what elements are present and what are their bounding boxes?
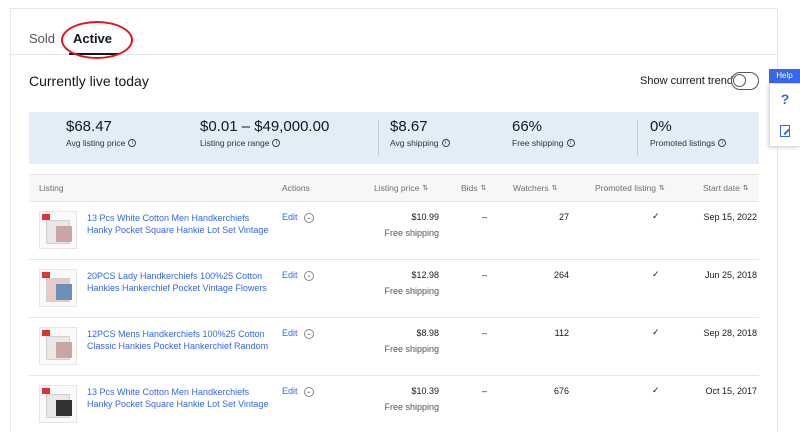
column-label: Promoted listing bbox=[595, 183, 656, 193]
sort-icon: ⇅ bbox=[551, 184, 558, 192]
edit-link[interactable]: Edit bbox=[282, 328, 298, 338]
tab-sold[interactable]: Sold bbox=[29, 31, 55, 46]
stat-label: Avg shipping bbox=[390, 138, 439, 148]
question-icon[interactable]: ? bbox=[770, 91, 800, 107]
tab-active[interactable]: Active bbox=[73, 31, 112, 46]
table-row: 12PCS Mens Handkerchiefs 100%25 Cotton C… bbox=[29, 318, 759, 376]
stat-free-shipping: 66% Free shipping i bbox=[512, 118, 575, 148]
listing-title-link[interactable]: 13 Pcs White Cotton Men Handkerchiefs Ha… bbox=[87, 212, 272, 236]
trends-toggle-label: Show current trends bbox=[640, 75, 739, 87]
stat-label: Avg listing price bbox=[66, 138, 126, 148]
start-date: Sep 28, 2018 bbox=[703, 328, 757, 338]
shipping-info: Free shipping bbox=[384, 286, 439, 296]
edit-icon[interactable] bbox=[780, 125, 790, 137]
sort-icon: ⇅ bbox=[742, 184, 749, 192]
stat-listing-price-range: $0.01 – $49,000.00 Listing price range i bbox=[200, 118, 329, 148]
listing-thumbnail[interactable] bbox=[39, 385, 77, 423]
chevron-down-icon[interactable]: ⌄ bbox=[304, 387, 314, 397]
help-sidebar: ? bbox=[769, 83, 800, 147]
stat-label: Free shipping bbox=[512, 138, 564, 148]
shipping-info: Free shipping bbox=[384, 228, 439, 238]
stat-avg-listing-price: $68.47 Avg listing price i bbox=[66, 118, 137, 148]
info-icon[interactable]: i bbox=[566, 139, 575, 147]
edit-link[interactable]: Edit bbox=[282, 270, 298, 280]
stats-summary: $68.47 Avg listing price i $0.01 – $49,00… bbox=[29, 112, 759, 164]
listing-thumbnail[interactable] bbox=[39, 211, 77, 249]
watchers-count: 264 bbox=[553, 270, 569, 280]
sort-icon: ⇅ bbox=[658, 184, 665, 192]
watchers-count: 112 bbox=[554, 328, 569, 338]
chevron-down-icon[interactable]: ⌄ bbox=[304, 329, 314, 339]
bids-count: – bbox=[482, 212, 488, 222]
column-label: Watchers bbox=[513, 183, 549, 193]
divider bbox=[637, 120, 638, 156]
section-title: Currently live today bbox=[29, 73, 149, 89]
bids-count: – bbox=[482, 386, 488, 396]
stat-value: 66% bbox=[512, 118, 543, 135]
listings-table: Listing Actions Listing price ⇅ Bids ⇅ Wat… bbox=[29, 174, 759, 432]
edit-link[interactable]: Edit bbox=[282, 212, 298, 222]
shipping-info: Free shipping bbox=[384, 344, 439, 354]
column-bids[interactable]: Bids ⇅ bbox=[461, 183, 486, 193]
trends-toggle[interactable] bbox=[731, 72, 759, 90]
listing-title-link[interactable]: 12PCS Mens Handkerchiefs 100%25 Cotton C… bbox=[87, 328, 272, 352]
column-label: Bids bbox=[461, 183, 478, 193]
stat-label: Promoted listings bbox=[650, 138, 716, 148]
column-listing-price[interactable]: Listing price ⇅ bbox=[374, 183, 428, 193]
check-icon: ✓ bbox=[652, 385, 660, 395]
listing-thumbnail[interactable] bbox=[39, 327, 77, 365]
table-header: Listing Actions Listing price ⇅ Bids ⇅ Wat… bbox=[29, 174, 759, 202]
table-row: 13 Pcs White Cotton Men Handkerchiefs Ha… bbox=[29, 376, 759, 432]
info-icon[interactable]: i bbox=[272, 139, 281, 147]
bids-count: – bbox=[482, 270, 488, 280]
edit-link[interactable]: Edit bbox=[282, 386, 298, 396]
start-date: Sep 15, 2022 bbox=[703, 212, 757, 222]
watchers-count: 27 bbox=[558, 212, 569, 222]
toggle-knob bbox=[733, 74, 746, 87]
watchers-count: 676 bbox=[553, 386, 569, 396]
stat-avg-shipping: $8.67 Avg shipping i bbox=[390, 118, 450, 148]
active-listings-panel: Sold Active Currently live today Show cu… bbox=[10, 8, 778, 432]
check-icon: ✓ bbox=[652, 269, 660, 279]
stat-promoted-listings: 0% Promoted listings i bbox=[650, 118, 727, 148]
listing-price: $12.98 bbox=[411, 270, 439, 280]
column-promoted-listing[interactable]: Promoted listing ⇅ bbox=[595, 183, 665, 193]
sort-icon: ⇅ bbox=[480, 184, 487, 192]
active-tab-indicator bbox=[69, 53, 119, 55]
info-icon[interactable]: i bbox=[718, 139, 727, 147]
listing-title-link[interactable]: 13 Pcs White Cotton Men Handkerchiefs Ha… bbox=[87, 386, 272, 410]
listing-title-link[interactable]: 20PCS Lady Handkerchiefs 100%25 Cotton H… bbox=[87, 270, 272, 294]
start-date: Oct 15, 2017 bbox=[705, 386, 757, 396]
check-icon: ✓ bbox=[652, 327, 660, 337]
info-icon[interactable]: i bbox=[128, 139, 137, 147]
start-date: Jun 25, 2018 bbox=[704, 270, 757, 280]
stat-value: $0.01 – $49,000.00 bbox=[200, 118, 330, 135]
stat-value: 0% bbox=[650, 118, 672, 135]
sort-icon: ⇅ bbox=[422, 184, 429, 192]
listing-price: $10.39 bbox=[411, 386, 439, 396]
column-listing: Listing bbox=[39, 183, 64, 193]
column-label: Listing price bbox=[374, 183, 420, 193]
stat-value: $68.47 bbox=[66, 118, 112, 135]
check-icon: ✓ bbox=[652, 211, 660, 221]
listing-price: $8.98 bbox=[416, 328, 439, 338]
column-start-date[interactable]: Start date ⇅ bbox=[703, 183, 749, 193]
chevron-down-icon[interactable]: ⌄ bbox=[304, 271, 314, 281]
divider bbox=[378, 120, 379, 156]
tab-bar: Sold Active bbox=[11, 9, 777, 59]
chevron-down-icon[interactable]: ⌄ bbox=[304, 213, 314, 223]
stat-value: $8.67 bbox=[390, 118, 428, 135]
bids-count: – bbox=[482, 328, 488, 338]
column-label: Start date bbox=[703, 183, 740, 193]
info-icon[interactable]: i bbox=[441, 139, 450, 147]
column-watchers[interactable]: Watchers ⇅ bbox=[513, 183, 557, 193]
help-tab[interactable]: Help bbox=[769, 69, 800, 83]
column-actions: Actions bbox=[282, 183, 310, 193]
shipping-info: Free shipping bbox=[384, 402, 439, 412]
stat-label: Listing price range bbox=[200, 138, 270, 148]
table-row: 20PCS Lady Handkerchiefs 100%25 Cotton H… bbox=[29, 260, 759, 318]
listing-price: $10.99 bbox=[411, 212, 439, 222]
listing-thumbnail[interactable] bbox=[39, 269, 77, 307]
table-row: 13 Pcs White Cotton Men Handkerchiefs Ha… bbox=[29, 202, 759, 260]
